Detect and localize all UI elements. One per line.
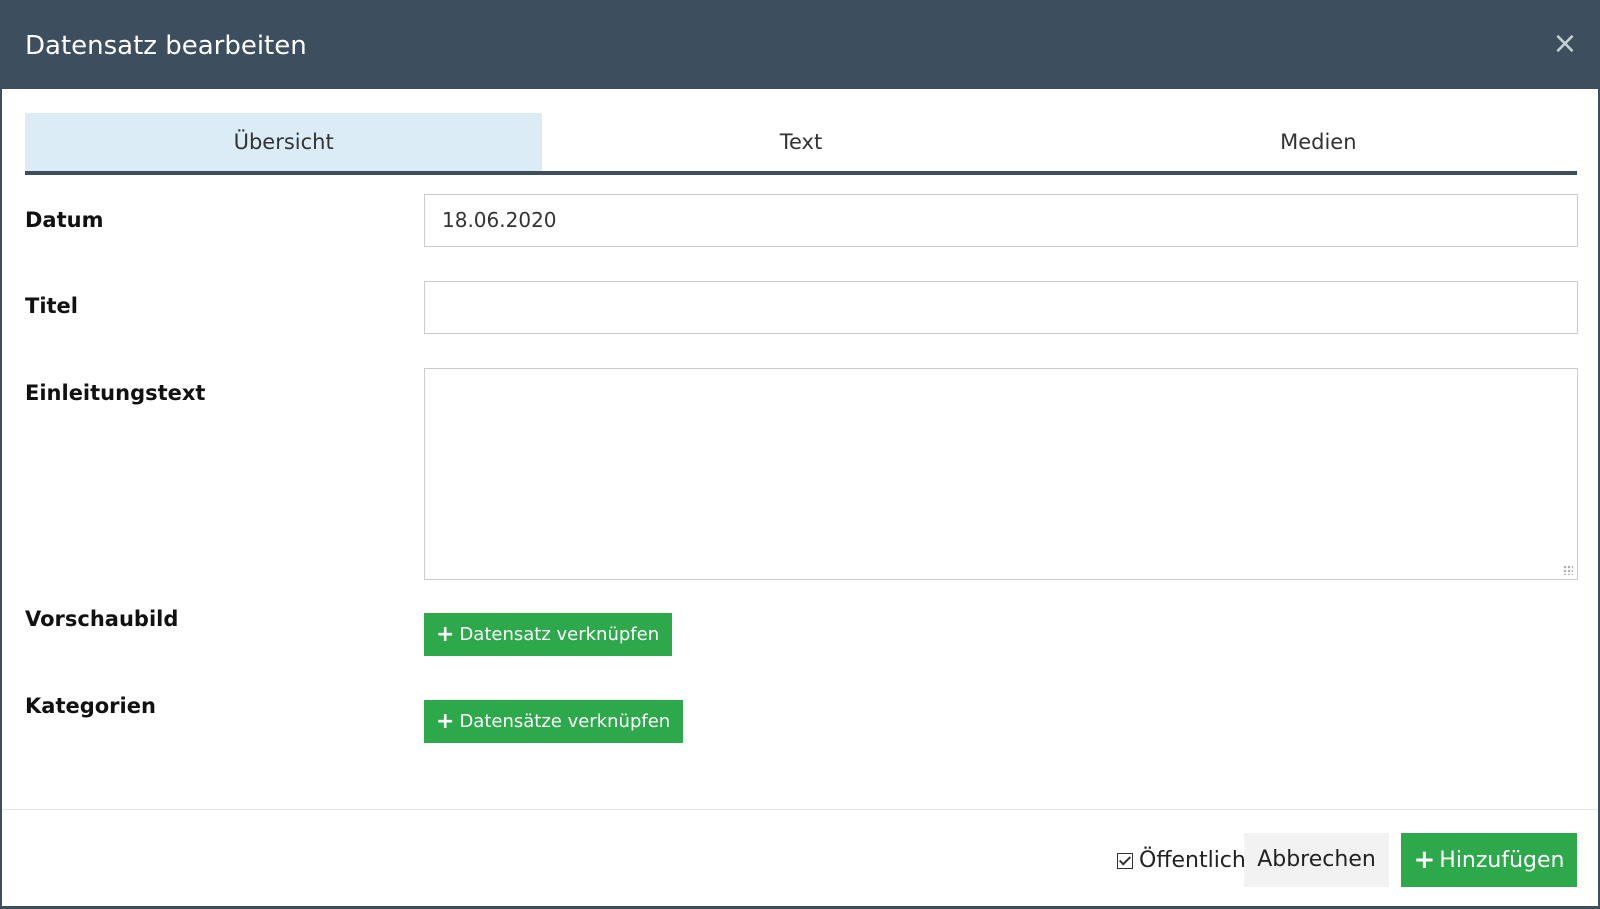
vorschaubild-label: Vorschaubild [25, 607, 179, 631]
tab-medien[interactable]: Medien [1060, 113, 1577, 171]
tab-uebersicht[interactable]: Übersicht [25, 113, 543, 171]
kategorien-label: Kategorien [25, 694, 156, 718]
footer-divider [2, 809, 1598, 810]
resize-grip-icon[interactable] [1563, 565, 1573, 575]
einleitungstext-textarea[interactable] [424, 368, 1578, 580]
tab-bar: Übersicht Text Medien [25, 113, 1577, 175]
datum-label: Datum [25, 208, 104, 232]
checkbox-checked-icon[interactable] [1117, 852, 1133, 869]
link-records-button[interactable]: + Datensätze verknüpfen [424, 700, 684, 743]
dialog-title: Datensatz bearbeiten [25, 31, 307, 61]
tab-text[interactable]: Text [542, 113, 1059, 171]
public-label: Öffentlich [1139, 848, 1246, 873]
public-toggle[interactable]: Öffentlich [1117, 848, 1246, 873]
close-icon[interactable]: × [1552, 29, 1578, 59]
add-button-label: Hinzufügen [1439, 848, 1565, 873]
datum-field[interactable]: 18.06.2020 [424, 194, 1578, 247]
titel-field[interactable] [424, 281, 1578, 334]
dialog-header: Datensatz bearbeiten × [2, 1, 1598, 89]
plus-icon: + [436, 709, 455, 734]
add-button[interactable]: + Hinzufügen [1401, 833, 1577, 887]
link-records-button-label: Datensätze verknüpfen [459, 711, 671, 732]
link-record-button-label: Datensatz verknüpfen [459, 624, 660, 645]
cancel-button[interactable]: Abbrechen [1244, 833, 1389, 887]
link-record-button[interactable]: + Datensatz verknüpfen [424, 613, 673, 656]
edit-record-dialog: Datensatz bearbeiten × Übersicht Text Me… [1, 0, 1599, 907]
einleitungstext-label: Einleitungstext [25, 381, 206, 405]
titel-label: Titel [25, 294, 79, 318]
plus-icon: + [1413, 845, 1436, 875]
plus-icon: + [436, 622, 455, 647]
